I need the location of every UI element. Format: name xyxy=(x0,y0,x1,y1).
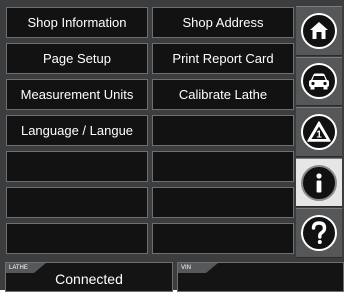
page-setup-button[interactable]: Page Setup xyxy=(6,43,148,74)
shop-information-button[interactable]: Shop Information xyxy=(6,7,148,38)
sidebar-item-help[interactable] xyxy=(296,208,342,258)
empty-menu-button[interactable] xyxy=(152,223,294,254)
sidebar-item-vehicle[interactable] xyxy=(296,56,342,107)
app-frame: Shop Information Shop Address Page Setup… xyxy=(0,0,344,292)
sidebar-nav: 1 xyxy=(296,6,342,258)
alert-count-badge: 1 xyxy=(316,130,322,141)
shop-address-button[interactable]: Shop Address xyxy=(152,7,294,38)
vin-label: VIN xyxy=(181,265,192,271)
help-icon xyxy=(301,215,337,252)
empty-menu-button[interactable] xyxy=(152,151,294,182)
vin-status-panel: VIN xyxy=(177,262,344,292)
empty-menu-button[interactable] xyxy=(152,115,294,146)
sidebar-item-home[interactable] xyxy=(296,6,342,56)
empty-menu-button[interactable] xyxy=(152,187,294,218)
lathe-status-value: Connected xyxy=(55,271,123,287)
empty-menu-button[interactable] xyxy=(6,223,148,254)
measurement-units-button[interactable]: Measurement Units xyxy=(6,79,148,110)
car-icon xyxy=(301,63,337,100)
language-button[interactable]: Language / Langue xyxy=(6,115,148,146)
warning-icon: 1 xyxy=(301,113,337,150)
info-icon xyxy=(301,164,337,201)
calibrate-lathe-button[interactable]: Calibrate Lathe xyxy=(152,79,294,110)
sidebar-item-info[interactable] xyxy=(296,157,342,208)
sidebar-item-alerts[interactable]: 1 xyxy=(296,107,342,157)
lathe-status-panel: LATHE Connected xyxy=(5,262,173,292)
home-icon xyxy=(301,12,337,49)
settings-menu-grid: Shop Information Shop Address Page Setup… xyxy=(6,7,294,254)
empty-menu-button[interactable] xyxy=(6,151,148,182)
empty-menu-button[interactable] xyxy=(6,187,148,218)
print-report-card-button[interactable]: Print Report Card xyxy=(152,43,294,74)
